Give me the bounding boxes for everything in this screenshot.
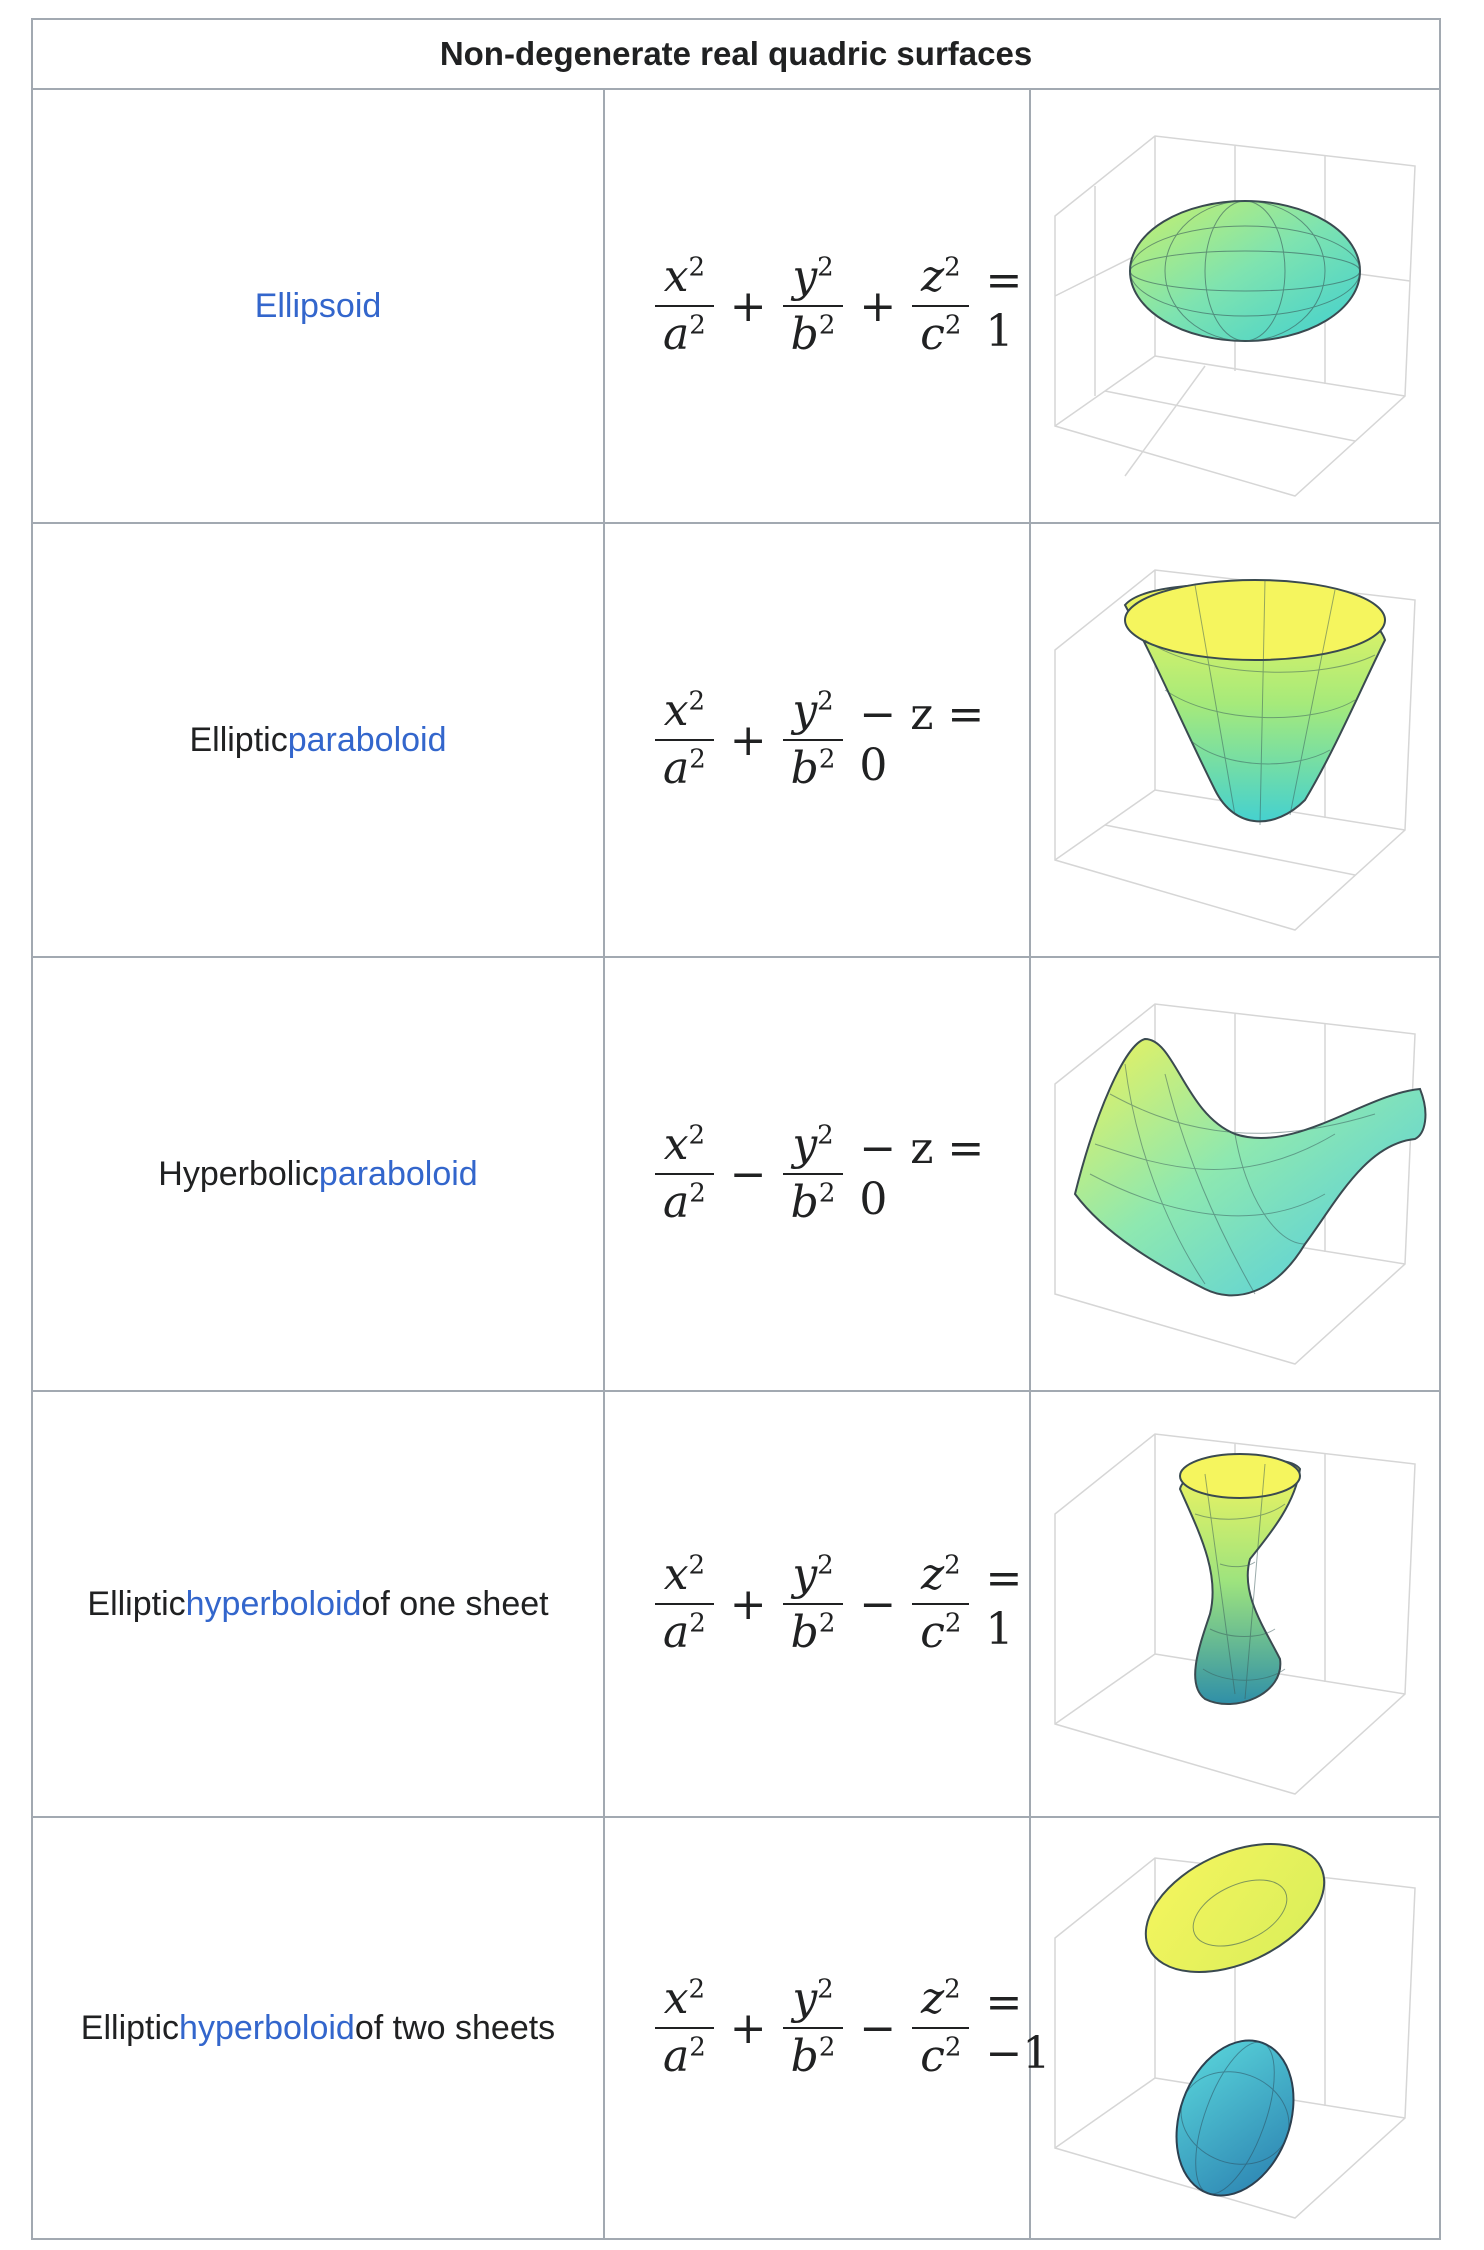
table-row: Elliptic hyperboloid of two sheets x2 a2 … bbox=[33, 1818, 1439, 2238]
surface-equation: x2 a2 + y2 b2 + z2 c2 = 1 bbox=[605, 90, 1029, 522]
paraboloid-link[interactable]: paraboloid bbox=[288, 721, 447, 760]
ellipsoid-plot-icon bbox=[1031, 90, 1439, 522]
surface-equation: x2 a2 + y2 b2 − z2 c2 = 1 bbox=[605, 1392, 1029, 1816]
table-row: Elliptic paraboloid x2 a2 + y2 b2 − z = 0 bbox=[33, 524, 1439, 958]
table-row: Ellipsoid x2 a2 + y2 b2 + z2 c2 = 1 bbox=[33, 90, 1439, 524]
quadric-surfaces-table: Non-degenerate real quadric surfaces Ell… bbox=[31, 18, 1441, 2240]
table-row: Hyperbolic paraboloid x2 a2 − y2 b2 − z = … bbox=[33, 958, 1439, 1392]
surface-name: Elliptic hyperboloid of two sheets bbox=[80, 2008, 556, 2048]
surface-name: Hyperbolic paraboloid bbox=[158, 1154, 478, 1194]
ellipsoid-link[interactable]: Ellipsoid bbox=[255, 287, 382, 326]
table-row: Elliptic hyperboloid of one sheet x2 a2 +… bbox=[33, 1392, 1439, 1818]
table-title: Non-degenerate real quadric surfaces bbox=[439, 35, 1033, 72]
hyperboloid-link[interactable]: hyperboloid bbox=[186, 1585, 362, 1624]
surface-equation: x2 a2 − y2 b2 − z = 0 bbox=[605, 958, 1029, 1390]
surface-name: Elliptic paraboloid bbox=[189, 720, 447, 760]
surface-name: Elliptic hyperboloid of one sheet bbox=[87, 1584, 549, 1624]
hyperboloid-two-sheets-plot-icon bbox=[1031, 1818, 1439, 2238]
elliptic-paraboloid-plot-icon bbox=[1031, 524, 1439, 956]
table-header: Non-degenerate real quadric surfaces bbox=[33, 20, 1439, 90]
surface-equation: x2 a2 + y2 b2 − z2 c2 = −1 bbox=[605, 1818, 1050, 2238]
hyperboloid-one-sheet-plot-icon bbox=[1031, 1392, 1439, 1816]
surface-equation: x2 a2 + y2 b2 − z = 0 bbox=[605, 524, 1029, 956]
hyperboloid-link[interactable]: hyperboloid bbox=[179, 2009, 355, 2048]
paraboloid-link[interactable]: paraboloid bbox=[319, 1155, 478, 1194]
surface-name: Ellipsoid bbox=[33, 90, 603, 522]
hyperbolic-paraboloid-plot-icon bbox=[1031, 958, 1439, 1390]
